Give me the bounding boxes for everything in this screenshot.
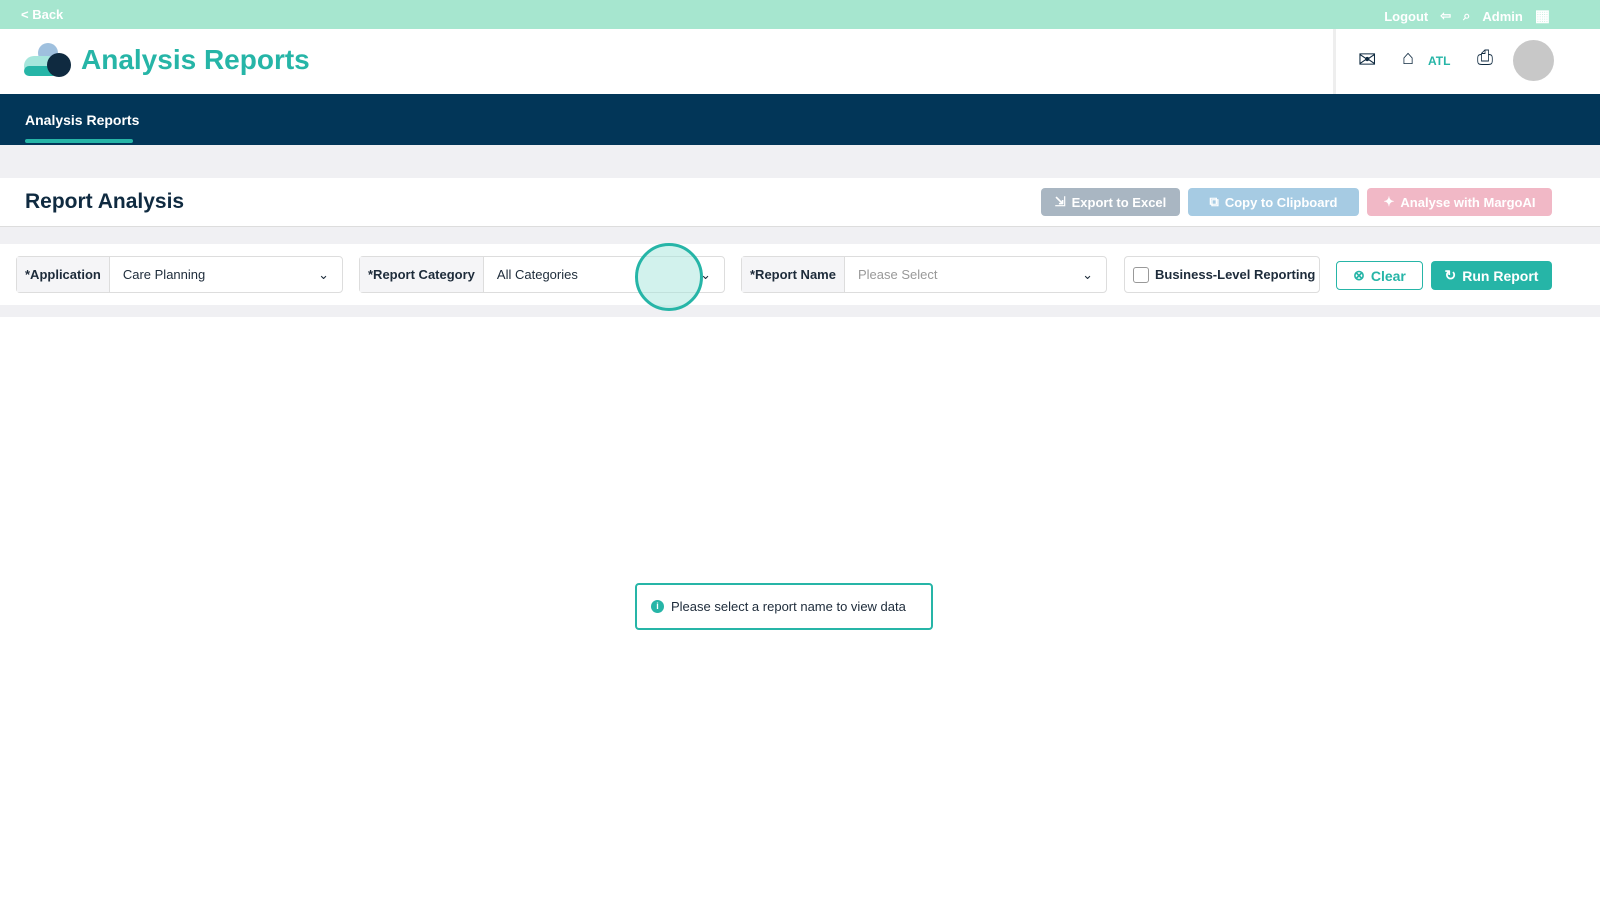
filter-bar: *Application Care Planning ⌄ *Report Cate…: [0, 244, 1600, 305]
application-select[interactable]: *Application Care Planning ⌄: [16, 256, 343, 293]
application-value: Care Planning: [122, 267, 206, 282]
report-name-label: *Report Name: [742, 257, 845, 292]
logout-link[interactable]: Logout: [1384, 9, 1428, 24]
business-level-label: Business-Level Reporting: [1155, 267, 1316, 282]
copy-label: Copy to Clipboard: [1224, 194, 1338, 210]
sparkle-icon: ✦: [1383, 194, 1395, 209]
refresh-icon: ↻: [1444, 267, 1457, 283]
copy-clipboard-button[interactable]: ⧉ Copy to Clipboard: [1188, 188, 1359, 216]
copy-icon: ⧉: [1209, 194, 1219, 209]
info-icon: i: [651, 600, 664, 613]
page-title: Report Analysis: [25, 190, 185, 213]
run-report-button[interactable]: ↻ Run Report: [1431, 261, 1552, 290]
back-link[interactable]: < Back: [21, 7, 63, 22]
logout-icon[interactable]: ⇦: [1440, 8, 1451, 24]
run-label: Run Report: [1462, 267, 1539, 284]
chevron-down-icon: ⌄: [1082, 266, 1093, 282]
category-value: All Categories: [496, 267, 578, 282]
mail-icon[interactable]: ✉: [1358, 47, 1376, 73]
app-logo: [24, 43, 71, 77]
tab-analysis-reports[interactable]: Analysis Reports: [25, 112, 139, 128]
app-header: Analysis Reports ✉ ⌂ ATL ⎙: [0, 29, 1600, 94]
active-tab-indicator: [25, 139, 133, 143]
avatar[interactable]: [1513, 40, 1554, 81]
export-label: Export to Excel: [1071, 194, 1167, 210]
page-title-bar: Report Analysis ⇲ Export to Excel ⧉ Copy t…: [0, 178, 1600, 227]
application-label: *Application: [17, 257, 110, 292]
chevron-down-icon: ⌄: [318, 266, 329, 282]
print-icon[interactable]: ⎙: [1477, 47, 1493, 70]
clear-icon: ⊗: [1353, 267, 1365, 283]
clear-button[interactable]: ⊗ Clear: [1336, 261, 1423, 290]
info-message-text: Please select a report name to view data: [671, 599, 906, 614]
nav-bar: Analysis Reports: [0, 94, 1600, 145]
business-level-checkbox[interactable]: Business-Level Reporting: [1124, 256, 1320, 293]
export-icon: ⇲: [1054, 194, 1066, 209]
apps-grid-icon[interactable]: ▦: [1535, 6, 1550, 26]
analyse-label: Analyse with MargoAI: [1400, 194, 1536, 210]
home-label[interactable]: ATL: [1428, 54, 1450, 68]
analyse-margoai-button[interactable]: ✦ Analyse with MargoAI: [1367, 188, 1552, 216]
report-name-placeholder: Please Select: [857, 267, 938, 282]
home-icon[interactable]: ⌂: [1402, 47, 1414, 70]
click-indicator: [635, 243, 703, 311]
export-excel-button[interactable]: ⇲ Export to Excel: [1041, 188, 1180, 216]
app-title: Analysis Reports: [81, 44, 310, 75]
report-name-select[interactable]: *Report Name Please Select ⌄: [741, 256, 1107, 293]
top-bar: < Back Logout ⇦ ⌕ Admin ▦: [0, 0, 1600, 29]
info-message: i Please select a report name to view da…: [635, 583, 933, 630]
clear-label: Clear: [1370, 267, 1406, 284]
checkbox-box[interactable]: [1133, 266, 1149, 283]
category-label: *Report Category: [360, 257, 484, 292]
user-name[interactable]: Admin: [1482, 9, 1522, 24]
search-icon[interactable]: ⌕: [1463, 8, 1470, 24]
